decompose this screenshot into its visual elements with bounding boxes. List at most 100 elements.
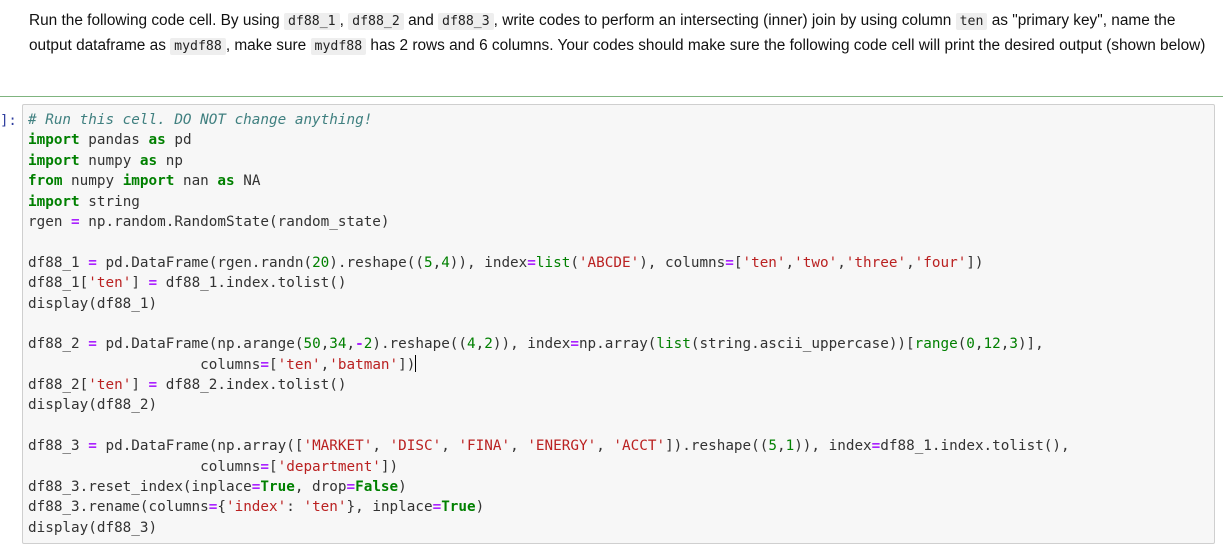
code-token: (: [957, 336, 967, 353]
code-token: 5: [768, 438, 777, 455]
code-line: from numpy import nan as NA: [28, 171, 1070, 191]
code-token: columns: [28, 458, 261, 475]
code-line: import pandas as pd: [28, 130, 1070, 150]
code-token: list: [656, 336, 691, 353]
code-token: 'index': [225, 499, 287, 516]
code-editor-content[interactable]: # Run this cell. DO NOT change anything!…: [28, 110, 1070, 538]
code-token: =: [432, 499, 442, 516]
code-token: 0: [966, 336, 975, 353]
code-token: =: [148, 377, 158, 394]
code-line: df88_2 = pd.DataFrame(np.arange(50,34,-2…: [28, 334, 1070, 354]
code-token: )), index: [449, 254, 528, 271]
code-token: numpy: [79, 152, 140, 169]
code-token: 'ACCT': [613, 438, 666, 455]
code-line: display(df88_3): [28, 518, 1070, 538]
code-token: 'department': [277, 458, 381, 475]
code-token: np: [157, 152, 183, 169]
code-token: ]).reshape((: [665, 438, 769, 455]
code-token: ,: [510, 438, 528, 455]
code-token: False: [355, 479, 399, 496]
code-token: =: [527, 254, 536, 271]
code-token: ): [398, 479, 407, 496]
code-token: =: [346, 479, 356, 496]
code-token: 'batman': [329, 356, 399, 373]
code-token: )), index: [492, 336, 571, 353]
code-token: (: [570, 254, 579, 271]
code-token: range: [914, 336, 958, 353]
code-token: 1: [785, 438, 795, 455]
instruction-text: Run the following code cell. By using: [29, 12, 284, 29]
code-token: np.random.RandomState(random_state): [79, 213, 390, 230]
code-token: 'ABCDE': [578, 254, 640, 271]
code-token: 20: [312, 254, 330, 271]
inline-code: df88_2: [348, 13, 404, 30]
code-token: ,: [974, 336, 984, 353]
code-token: as: [139, 152, 158, 169]
code-line: display(df88_2): [28, 395, 1070, 415]
code-token: =: [88, 336, 97, 353]
code-token: import: [28, 152, 80, 169]
code-token: 12: [983, 336, 1001, 353]
code-line: rgen = np.random.RandomState(random_stat…: [28, 212, 1070, 232]
instruction-text: ,: [339, 12, 349, 29]
code-token: columns: [28, 356, 261, 373]
code-token: ,: [320, 356, 330, 373]
code-token: df88_1.index.tolist(): [157, 275, 347, 292]
code-token: NA: [234, 173, 261, 190]
instruction-text: , write codes to perform an intersecting…: [493, 12, 956, 29]
code-token: ,: [432, 254, 442, 271]
code-token: df88_1.index.tolist(),: [880, 438, 1070, 455]
code-token: df88_2: [28, 336, 89, 353]
code-token: pd: [165, 132, 192, 149]
code-token: ,: [906, 254, 915, 271]
code-token: rgen: [28, 213, 72, 230]
code-token: 4: [467, 336, 476, 353]
code-token: )],: [1017, 336, 1044, 353]
code-token: 4: [441, 254, 450, 271]
code-line: display(df88_1): [28, 294, 1070, 314]
code-token: ).reshape((: [329, 254, 424, 271]
code-token: 'DISC': [389, 438, 442, 455]
code-token: # Run this cell. DO NOT change anything!: [28, 112, 373, 128]
code-token: 'ten': [303, 499, 347, 516]
code-line: columns=['ten','batman']): [28, 354, 1070, 375]
code-token: ]: [131, 377, 149, 394]
selected-cell-border: [0, 96, 1223, 97]
code-token: ]): [398, 356, 416, 373]
code-token: ,: [596, 438, 614, 455]
inline-code: df88_3: [438, 13, 494, 30]
code-token: import: [28, 132, 80, 149]
code-token: True: [441, 499, 476, 516]
code-token: pd.DataFrame(np.array([: [96, 438, 304, 455]
code-token: 'ten': [88, 377, 132, 394]
code-token: ,: [320, 336, 330, 353]
code-token: ,: [441, 438, 459, 455]
inline-code: ten: [955, 13, 988, 30]
code-token: ]: [131, 275, 149, 292]
code-token: 'MARKET': [303, 438, 373, 455]
input-prompt: ]:: [0, 113, 17, 129]
inline-code: mydf88: [170, 38, 226, 55]
code-token: df88_2[: [28, 377, 89, 394]
code-token: }, inplace: [346, 499, 433, 516]
code-token: {: [217, 499, 226, 516]
code-token: ).reshape((: [372, 336, 468, 353]
markdown-instructions: Run the following code cell. By using df…: [29, 9, 1209, 59]
code-token: import: [122, 173, 175, 190]
code-token: 34: [329, 336, 347, 353]
code-token: ,: [776, 438, 786, 455]
code-token: :: [286, 499, 304, 516]
code-line: # Run this cell. DO NOT change anything!: [28, 110, 1070, 130]
code-token: pd.DataFrame(np.arange(: [96, 336, 304, 353]
code-token: ,: [785, 254, 795, 271]
code-line: df88_3 = pd.DataFrame(np.array(['MARKET'…: [28, 436, 1070, 456]
code-token: ,: [372, 438, 390, 455]
inline-code: df88_1: [283, 13, 340, 30]
code-token: as: [148, 132, 166, 149]
code-token: df88_3.reset_index(inplace: [28, 479, 252, 496]
code-token: df88_3.rename(columns: [28, 499, 209, 516]
code-token: df88_3: [28, 438, 89, 455]
code-token: =: [725, 254, 734, 271]
code-token: =: [260, 458, 270, 475]
